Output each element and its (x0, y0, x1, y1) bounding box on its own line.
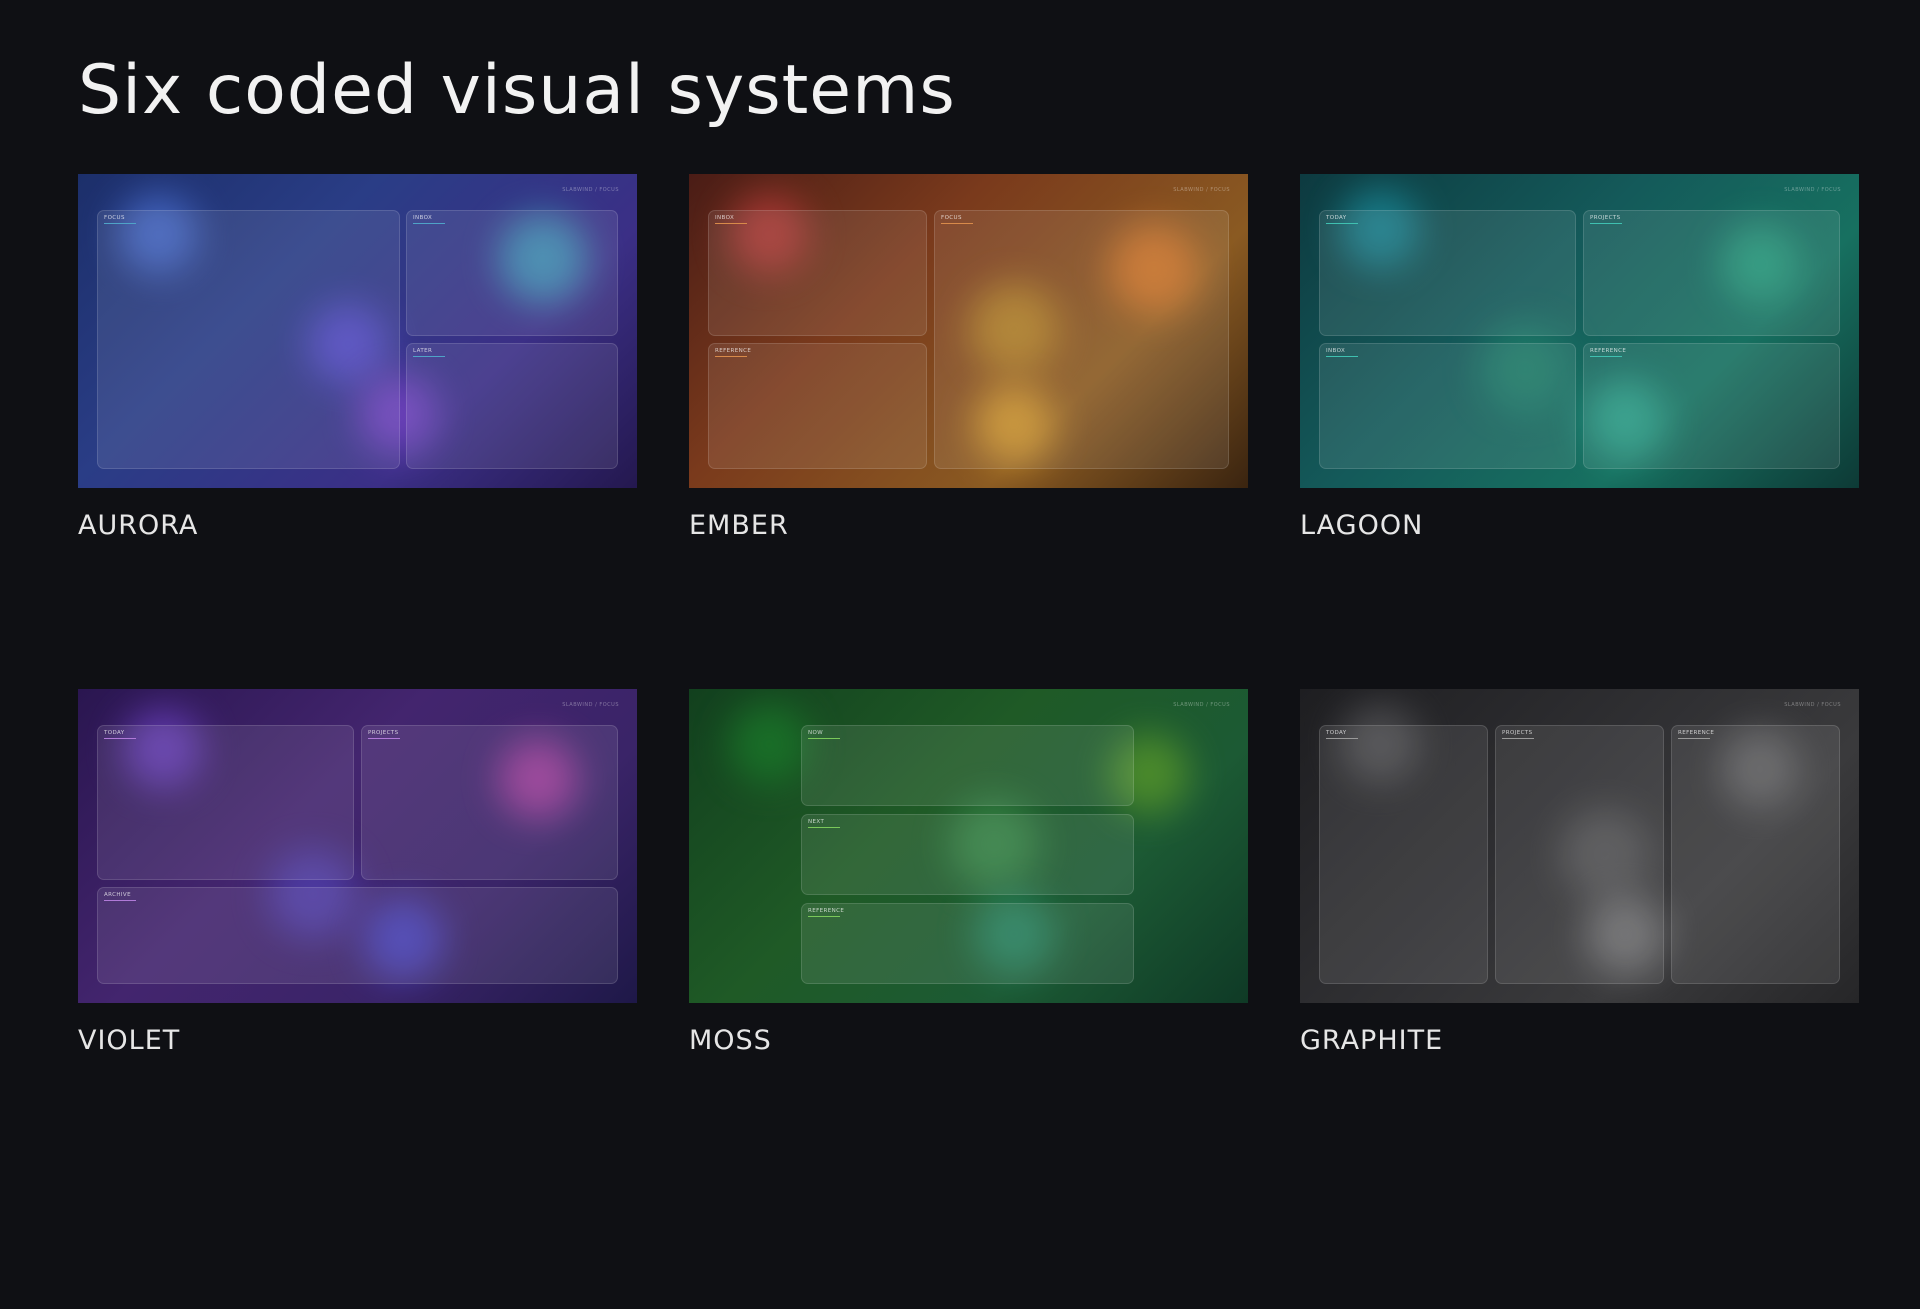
system-card-graphite[interactable]: SLABWIND / FOCUS TODAY PROJECTS REFERENC… (1300, 689, 1859, 1059)
page: Six coded visual systems SLABWIND / FOCU… (0, 0, 1920, 1309)
panel-today[interactable]: TODAY (1319, 725, 1488, 984)
glow-orb (729, 704, 809, 784)
panel-title: PROJECTS (368, 730, 399, 736)
system-card-ember[interactable]: SLABWIND / FOCUS INBOX FOCUS REFERENCE E… (689, 174, 1248, 544)
panel-accent-line (104, 223, 136, 224)
panel-now[interactable]: NOW (801, 725, 1134, 806)
brand-label: SLABWIND / FOCUS (1784, 702, 1841, 708)
system-card-aurora[interactable]: SLABWIND / FOCUS FOCUS INBOX LATER AUROR… (78, 174, 637, 544)
panel-accent-line (808, 827, 840, 828)
panel-accent-line (104, 738, 136, 739)
panel-projects[interactable]: PROJECTS (1495, 725, 1664, 984)
panel-projects[interactable]: PROJECTS (1583, 210, 1840, 336)
panel-title: PROJECTS (1502, 730, 1533, 736)
panel-title: REFERENCE (715, 348, 752, 354)
panel-accent-line (104, 900, 136, 901)
panel-inbox[interactable]: INBOX (1319, 343, 1576, 469)
panel-accent-line (808, 916, 840, 917)
panel-focus[interactable]: FOCUS (97, 210, 400, 469)
panel-title: LATER (413, 348, 433, 354)
panel-title: REFERENCE (1590, 348, 1627, 354)
panel-accent-line (1502, 738, 1534, 739)
system-label: VIOLET (78, 1025, 181, 1056)
panel-archive[interactable]: ARCHIVE (97, 887, 618, 984)
brand-label: SLABWIND / FOCUS (1173, 187, 1230, 193)
panel-title: INBOX (413, 215, 433, 221)
system-label: AURORA (78, 510, 199, 541)
system-label: LAGOON (1300, 510, 1424, 541)
panel-reference[interactable]: REFERENCE (1583, 343, 1840, 469)
panel-title: INBOX (715, 215, 735, 221)
panel-reference[interactable]: REFERENCE (1671, 725, 1840, 984)
panel-today[interactable]: TODAY (1319, 210, 1576, 336)
panel-today[interactable]: TODAY (97, 725, 354, 880)
system-preview-ember[interactable]: SLABWIND / FOCUS INBOX FOCUS REFERENCE (689, 174, 1248, 488)
panel-accent-line (1678, 738, 1710, 739)
panel-inbox[interactable]: INBOX (708, 210, 927, 336)
system-preview-lagoon[interactable]: SLABWIND / FOCUS TODAY PROJECTS INBOX RE… (1300, 174, 1859, 488)
page-title: Six coded visual systems (78, 51, 956, 130)
panel-accent-line (368, 738, 400, 739)
panel-title: TODAY (104, 730, 125, 736)
panel-title: ARCHIVE (104, 892, 131, 898)
brand-label: SLABWIND / FOCUS (1173, 702, 1230, 708)
panel-inbox[interactable]: INBOX (406, 210, 618, 336)
panel-accent-line (413, 356, 445, 357)
system-card-violet[interactable]: SLABWIND / FOCUS TODAY PROJECTS ARCHIVE … (78, 689, 637, 1059)
system-label: GRAPHITE (1300, 1025, 1444, 1056)
panel-title: TODAY (1326, 215, 1347, 221)
panel-accent-line (413, 223, 445, 224)
panel-reference[interactable]: REFERENCE (708, 343, 927, 469)
panel-accent-line (715, 223, 747, 224)
panel-title: PROJECTS (1590, 215, 1621, 221)
panel-reference[interactable]: REFERENCE (801, 903, 1134, 984)
system-preview-violet[interactable]: SLABWIND / FOCUS TODAY PROJECTS ARCHIVE (78, 689, 637, 1003)
brand-label: SLABWIND / FOCUS (562, 187, 619, 193)
panel-projects[interactable]: PROJECTS (361, 725, 618, 880)
panel-title: NEXT (808, 819, 825, 825)
panel-title: FOCUS (104, 215, 125, 221)
panel-accent-line (1326, 356, 1358, 357)
panel-accent-line (1326, 738, 1358, 739)
panel-focus[interactable]: FOCUS (934, 210, 1229, 469)
panel-accent-line (1590, 223, 1622, 224)
panel-title: FOCUS (941, 215, 962, 221)
system-preview-aurora[interactable]: SLABWIND / FOCUS FOCUS INBOX LATER (78, 174, 637, 488)
panel-next[interactable]: NEXT (801, 814, 1134, 895)
panel-accent-line (1590, 356, 1622, 357)
system-preview-moss[interactable]: SLABWIND / FOCUS NOW NEXT REFERENCE (689, 689, 1248, 1003)
system-card-moss[interactable]: SLABWIND / FOCUS NOW NEXT REFERENCE MOSS (689, 689, 1248, 1059)
panel-accent-line (941, 223, 973, 224)
system-label: MOSS (689, 1025, 772, 1056)
panel-title: REFERENCE (808, 908, 845, 914)
brand-label: SLABWIND / FOCUS (562, 702, 619, 708)
brand-label: SLABWIND / FOCUS (1784, 187, 1841, 193)
panel-title: INBOX (1326, 348, 1346, 354)
system-card-lagoon[interactable]: SLABWIND / FOCUS TODAY PROJECTS INBOX RE… (1300, 174, 1859, 544)
panel-later[interactable]: LATER (406, 343, 618, 469)
panel-title: REFERENCE (1678, 730, 1715, 736)
panel-accent-line (1326, 223, 1358, 224)
panel-title: TODAY (1326, 730, 1347, 736)
system-label: EMBER (689, 510, 789, 541)
panel-accent-line (715, 356, 747, 357)
system-preview-graphite[interactable]: SLABWIND / FOCUS TODAY PROJECTS REFERENC… (1300, 689, 1859, 1003)
panel-title: NOW (808, 730, 824, 736)
panel-accent-line (808, 738, 840, 739)
